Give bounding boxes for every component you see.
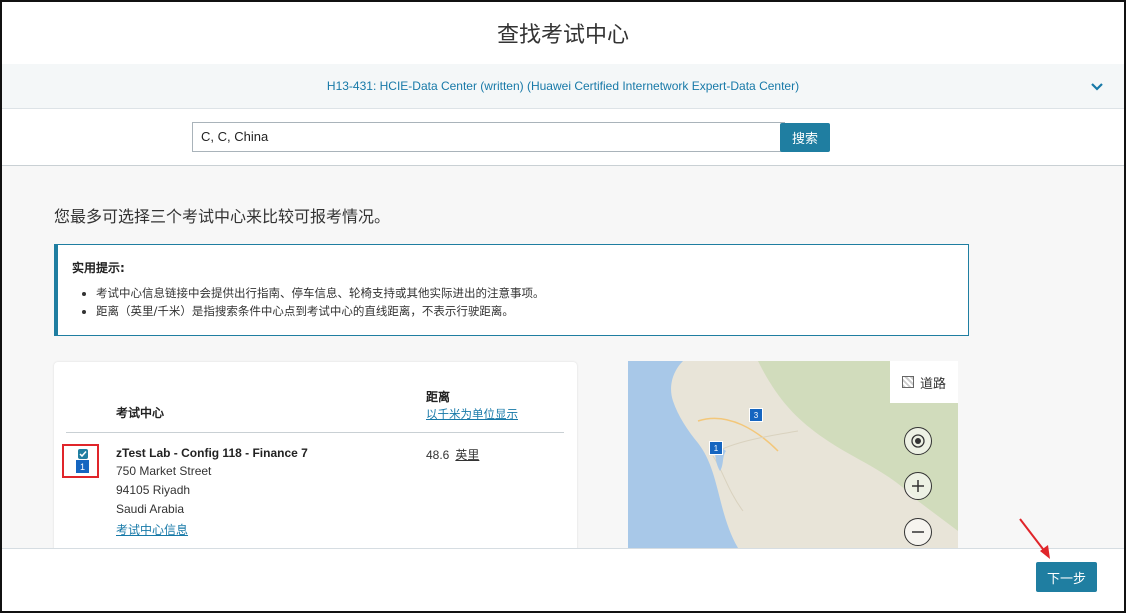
exam-selector[interactable]: H13-431: HCIE-Data Center (written) (Hua… — [2, 64, 1124, 109]
footer: 下一步 — [2, 518, 1124, 611]
tips-list: 考试中心信息链接中会提供出行指南、停车信息、轮椅支持或其他实际进出的注意事项。 … — [72, 285, 545, 321]
check-icon — [79, 451, 87, 458]
map-pin-icon[interactable]: 3 — [749, 408, 763, 422]
tip-item: 考试中心信息链接中会提供出行指南、停车信息、轮椅支持或其他实际进出的注意事项。 — [96, 285, 545, 301]
address-line: 750 Market Street — [116, 464, 212, 478]
tip-item: 距离（英里/千米）是指搜索条件中心点到考试中心的直线距离，不表示行驶距离。 — [96, 303, 545, 319]
map-view[interactable]: 道路 3 1 — [628, 361, 958, 548]
search-row: C, C, China 搜索 — [2, 108, 1124, 166]
next-button[interactable]: 下一步 — [1036, 562, 1097, 592]
arrow-annotation-icon — [1019, 518, 1050, 559]
zoom-out-icon[interactable] — [904, 518, 932, 546]
distance-value: 48.6 英里 — [426, 446, 479, 463]
results-panel: 考试中心 距离 以千米为单位显示 1 zTest Lab - Config 11… — [54, 362, 577, 552]
map-legend[interactable]: 道路 — [890, 361, 958, 403]
distance-number: 48.6 — [426, 448, 450, 462]
center-info-link[interactable]: 考试中心信息 — [116, 521, 188, 538]
address-line: Saudi Arabia — [116, 502, 185, 516]
search-button[interactable]: 搜索 — [780, 123, 830, 152]
show-km-link[interactable]: 以千米为单位显示 — [426, 406, 518, 422]
locate-icon[interactable] — [904, 427, 932, 455]
column-header-center: 考试中心 — [116, 406, 165, 420]
legend-label: 道路 — [919, 376, 946, 392]
content-area: 您最多可选择三个考试中心来比较可报考情况。 实用提示: 考试中心信息链接中会提供… — [2, 166, 1124, 552]
title-bar: 查找考试中心 — [2, 2, 1124, 65]
column-header-distance: 距离 — [426, 390, 451, 404]
select-highlight: 1 — [62, 444, 99, 478]
tips-title: 实用提示: — [72, 261, 125, 275]
tips-box: 实用提示: 考试中心信息链接中会提供出行指南、停车信息、轮椅支持或其他实际进出的… — [54, 244, 969, 336]
search-input[interactable]: C, C, China — [192, 122, 785, 152]
select-checkbox[interactable] — [78, 449, 88, 459]
zoom-in-icon[interactable] — [904, 472, 932, 500]
map-pin-icon[interactable]: 1 — [709, 441, 723, 455]
page-title: 查找考试中心 — [496, 23, 629, 48]
intro-text: 您最多可选择三个考试中心来比较可报考情况。 — [54, 207, 391, 226]
legend-swatch — [901, 376, 914, 388]
exam-label[interactable]: H13-431: HCIE-Data Center (written) (Hua… — [327, 79, 799, 93]
address-line: 94105 Riyadh — [116, 483, 191, 497]
app-frame: 查找考试中心 H13-431: HCIE-Data Center (writte… — [0, 0, 1126, 613]
divider — [66, 432, 564, 433]
center-name: zTest Lab - Config 118 - Finance 7 — [116, 446, 308, 460]
distance-unit: 英里 — [455, 448, 480, 462]
chevron-down-icon[interactable] — [1090, 79, 1104, 93]
map-pin-icon: 1 — [76, 460, 89, 473]
